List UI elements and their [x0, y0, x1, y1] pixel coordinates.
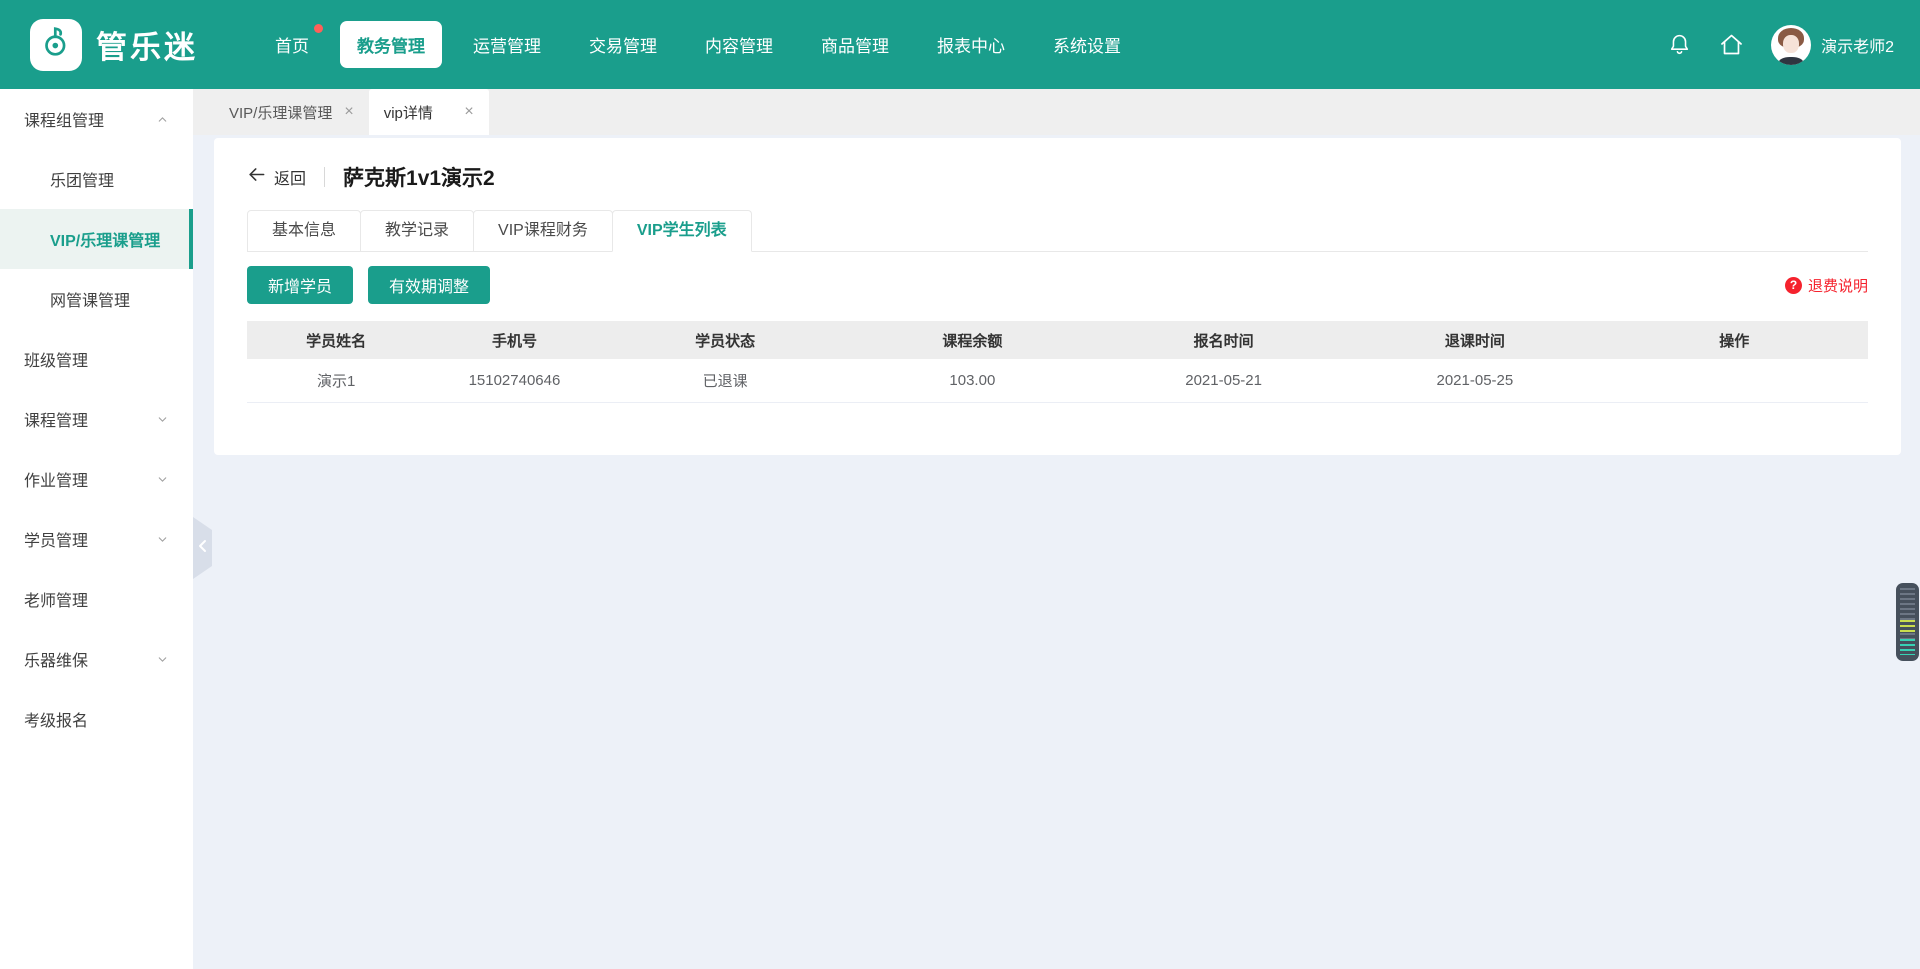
page-title: 萨克斯1v1演示2: [343, 162, 495, 192]
nav-item-reports[interactable]: 报表中心: [920, 21, 1022, 68]
question-circle-icon: ?: [1785, 277, 1802, 294]
chevron-down-icon: [156, 533, 169, 546]
col-enroll-date: 报名时间: [1098, 321, 1349, 359]
divider: [324, 167, 325, 187]
sidebar-item-teachers[interactable]: 老师管理: [0, 569, 193, 629]
app-logo: [30, 19, 82, 71]
back-button[interactable]: 返回: [247, 165, 306, 189]
home-icon[interactable]: [1718, 31, 1745, 58]
cell-status: 已退课: [604, 359, 847, 402]
user-avatar[interactable]: [1771, 25, 1811, 65]
sidebar-item-orchestra[interactable]: 乐团管理: [0, 149, 193, 209]
table-row: 演示1 15102740646 已退课 103.00 2021-05-21 20…: [247, 359, 1868, 402]
brand-name: 管乐迷: [96, 22, 198, 67]
col-status: 学员状态: [604, 321, 847, 359]
chevron-down-icon: [156, 653, 169, 666]
notification-dot: [314, 24, 323, 33]
cell-phone: 15102740646: [425, 359, 603, 402]
close-icon[interactable]: ×: [344, 104, 353, 120]
nav-item-settings[interactable]: 系统设置: [1036, 21, 1138, 68]
username[interactable]: 演示老师2: [1821, 33, 1894, 57]
cell-balance: 103.00: [847, 359, 1098, 402]
students-table-wrap: 学员姓名 手机号 学员状态 课程余额 报名时间 退课时间 操作 演示1 1510…: [247, 321, 1868, 403]
chevron-left-icon: [197, 539, 209, 558]
content-card: 返回 萨克斯1v1演示2 基本信息 教学记录 VIP课程财务 VIP学生列表 新…: [214, 138, 1901, 455]
top-nav: 首页 教务管理 运营管理 交易管理 内容管理 商品管理 报表中心 系统设置: [258, 21, 1138, 68]
sidebar: 课程组管理 乐团管理 VIP/乐理课管理 网管课管理 班级管理 课程管理 作业管…: [0, 89, 193, 969]
nav-item-transactions[interactable]: 交易管理: [572, 21, 674, 68]
add-student-button[interactable]: 新增学员: [247, 266, 353, 304]
col-withdraw-date: 退课时间: [1349, 321, 1600, 359]
students-table: 学员姓名 手机号 学员状态 课程余额 报名时间 退课时间 操作 演示1 1510…: [247, 321, 1868, 403]
tab-vip-student-list[interactable]: VIP学生列表: [612, 210, 752, 252]
cell-student-name: 演示1: [247, 359, 425, 402]
back-arrow-icon: [247, 165, 266, 189]
chevron-down-icon: [156, 413, 169, 426]
col-phone: 手机号: [425, 321, 603, 359]
main-area: 返回 萨克斯1v1演示2 基本信息 教学记录 VIP课程财务 VIP学生列表 新…: [193, 135, 1920, 969]
tab-vip-course-finance[interactable]: VIP课程财务: [473, 210, 613, 252]
nav-item-operations[interactable]: 运营管理: [456, 21, 558, 68]
chevron-up-icon: [156, 113, 169, 126]
sidebar-item-course-groups[interactable]: 课程组管理: [0, 89, 193, 149]
page-tabstrip: VIP/乐理课管理 × vip详情 ×: [193, 89, 1920, 135]
scroll-minimap-widget[interactable]: [1896, 583, 1919, 661]
page-header-row: 返回 萨克斯1v1演示2: [247, 162, 1868, 192]
nav-item-academic[interactable]: 教务管理: [340, 21, 442, 68]
sidebar-item-online-class[interactable]: 网管课管理: [0, 269, 193, 329]
sidebar-item-instrument-maintenance[interactable]: 乐器维保: [0, 629, 193, 689]
close-icon[interactable]: ×: [464, 104, 473, 120]
sidebar-item-students[interactable]: 学员管理: [0, 509, 193, 569]
col-balance: 课程余额: [847, 321, 1098, 359]
top-header: 管乐迷 首页 教务管理 运营管理 交易管理 内容管理 商品管理 报表中心 系统设…: [0, 0, 1920, 89]
chevron-down-icon: [156, 473, 169, 486]
sidebar-item-vip-theory[interactable]: VIP/乐理课管理: [0, 209, 193, 269]
sidebar-item-classes[interactable]: 班级管理: [0, 329, 193, 389]
cell-actions: [1600, 359, 1868, 402]
music-note-icon: [39, 25, 73, 64]
sidebar-item-exam-registration[interactable]: 考级报名: [0, 689, 193, 749]
nav-item-home[interactable]: 首页: [258, 21, 326, 68]
bell-icon[interactable]: [1667, 32, 1692, 57]
col-actions: 操作: [1600, 321, 1868, 359]
adjust-validity-button[interactable]: 有效期调整: [368, 266, 490, 304]
nav-item-products[interactable]: 商品管理: [804, 21, 906, 68]
strip-tab-vip-management[interactable]: VIP/乐理课管理 ×: [214, 89, 369, 135]
sidebar-item-courses[interactable]: 课程管理: [0, 389, 193, 449]
nav-item-content[interactable]: 内容管理: [688, 21, 790, 68]
sidebar-item-homework[interactable]: 作业管理: [0, 449, 193, 509]
header-right: 演示老师2: [1641, 25, 1894, 65]
refund-note-link[interactable]: ? 退费说明: [1785, 275, 1868, 296]
col-student-name: 学员姓名: [247, 321, 425, 359]
cell-withdraw-date: 2021-05-25: [1349, 359, 1600, 402]
actions-row: 新增学员 有效期调整 ? 退费说明: [247, 266, 1868, 304]
tab-basic-info[interactable]: 基本信息: [247, 210, 361, 252]
tab-teaching-records[interactable]: 教学记录: [360, 210, 474, 252]
table-header-row: 学员姓名 手机号 学员状态 课程余额 报名时间 退课时间 操作: [247, 321, 1868, 359]
detail-tabs: 基本信息 教学记录 VIP课程财务 VIP学生列表: [247, 210, 1868, 252]
cell-enroll-date: 2021-05-21: [1098, 359, 1349, 402]
strip-tab-vip-detail[interactable]: vip详情 ×: [369, 89, 489, 135]
